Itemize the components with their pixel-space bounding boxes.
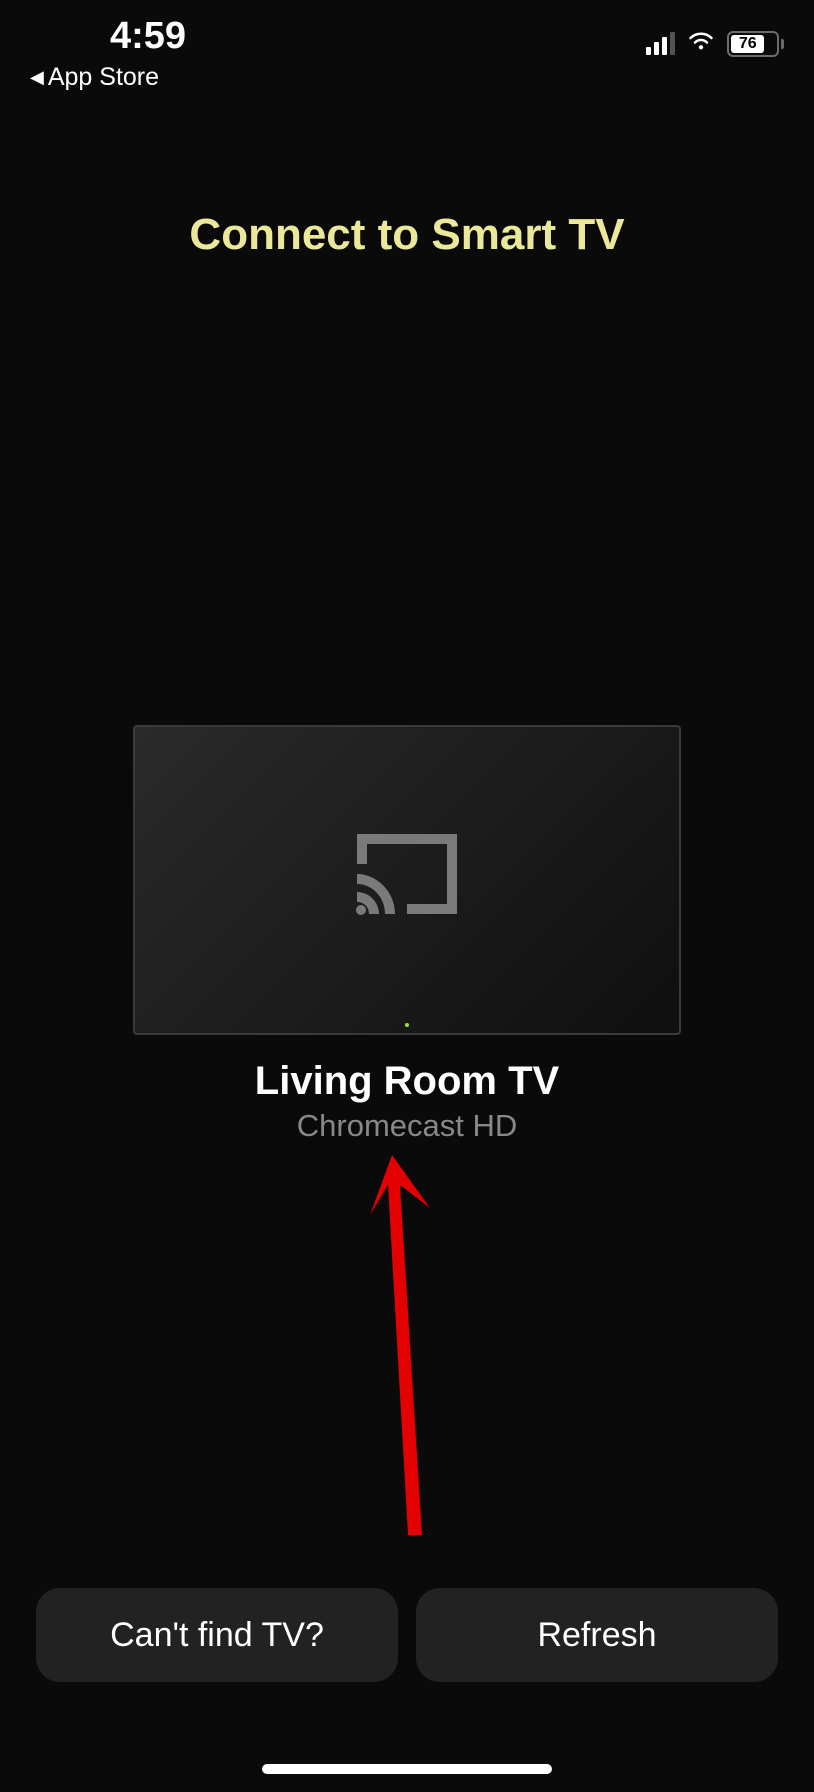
- back-to-app-store[interactable]: ◀ App Store: [30, 63, 159, 92]
- status-bar: 4:59 ◀ App Store 76: [0, 0, 814, 100]
- status-time: 4:59: [110, 15, 186, 58]
- tv-screen: [133, 725, 681, 1035]
- status-left: 4:59 ◀ App Store: [30, 15, 186, 92]
- refresh-button[interactable]: Refresh: [416, 1588, 778, 1682]
- annotation-arrow-icon: [370, 1155, 480, 1575]
- status-right: 76: [646, 29, 784, 58]
- button-row: Can't find TV? Refresh: [36, 1588, 778, 1682]
- battery-percent: 76: [739, 35, 757, 53]
- back-arrow-icon: ◀: [30, 67, 44, 88]
- cast-icon: [351, 832, 463, 929]
- wifi-icon: [685, 29, 717, 58]
- device-name: Living Room TV: [255, 1059, 559, 1104]
- cant-find-tv-button[interactable]: Can't find TV?: [36, 1588, 398, 1682]
- page-title: Connect to Smart TV: [0, 210, 814, 260]
- cellular-signal-icon: [646, 32, 675, 55]
- tv-led-indicator: [405, 1023, 409, 1027]
- home-indicator[interactable]: [262, 1764, 552, 1774]
- back-label: App Store: [48, 63, 159, 92]
- tv-device-card[interactable]: Living Room TV Chromecast HD: [133, 725, 681, 1144]
- battery-icon: 76: [727, 31, 784, 57]
- device-type: Chromecast HD: [297, 1108, 518, 1144]
